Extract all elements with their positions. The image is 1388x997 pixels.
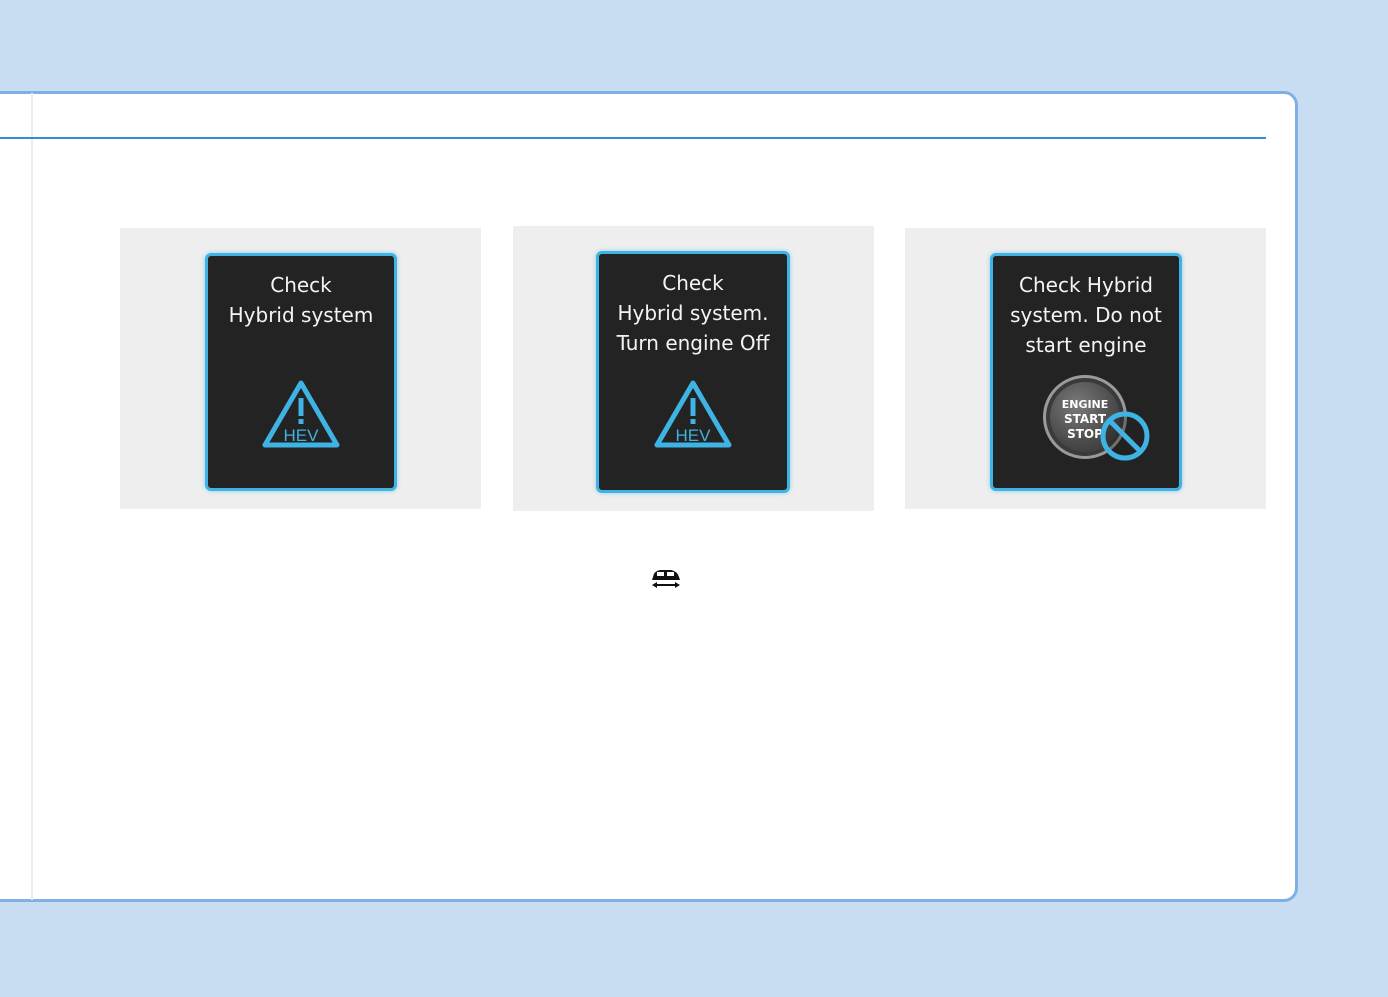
prohibited-icon	[1100, 411, 1150, 461]
warning-message: Check Hybrid system. Do not start engine	[993, 270, 1179, 360]
message-line: Check Hybrid	[1019, 273, 1153, 297]
message-line: Hybrid system.	[617, 301, 769, 325]
message-line: Check	[270, 273, 332, 297]
message-line: Turn engine Off	[616, 331, 770, 355]
warning-message: Check Hybrid system. Turn engine Off	[599, 268, 787, 358]
message-line: start engine	[1025, 333, 1147, 357]
warning-message: Check Hybrid system	[208, 270, 394, 330]
message-line: system. Do not	[1010, 303, 1162, 327]
figure-panel-do-not-start-engine: Check Hybrid system. Do not start engine…	[905, 228, 1266, 509]
cluster-display: Check Hybrid system. Turn engine Off HEV	[596, 251, 790, 493]
figure-panel-check-hybrid: Check Hybrid system HEV	[120, 228, 481, 509]
engine-start-stop-prohibited-icon: ENGINE START STOP	[1043, 371, 1158, 471]
hev-label: HEV	[676, 426, 712, 445]
cluster-display: Check Hybrid system. Do not start engine…	[990, 253, 1182, 491]
figure-panel-turn-engine-off: Check Hybrid system. Turn engine Off HEV	[513, 226, 874, 511]
hev-label: HEV	[284, 426, 320, 445]
message-line: Hybrid system	[228, 303, 374, 327]
margin-rule	[31, 93, 33, 900]
header-rule	[0, 137, 1266, 139]
hev-warning-icon: HEV	[654, 380, 732, 448]
car-drive-icon	[652, 570, 680, 588]
cluster-display: Check Hybrid system HEV	[205, 253, 397, 491]
hev-warning-icon: HEV	[262, 380, 340, 448]
message-line: Check	[662, 271, 724, 295]
